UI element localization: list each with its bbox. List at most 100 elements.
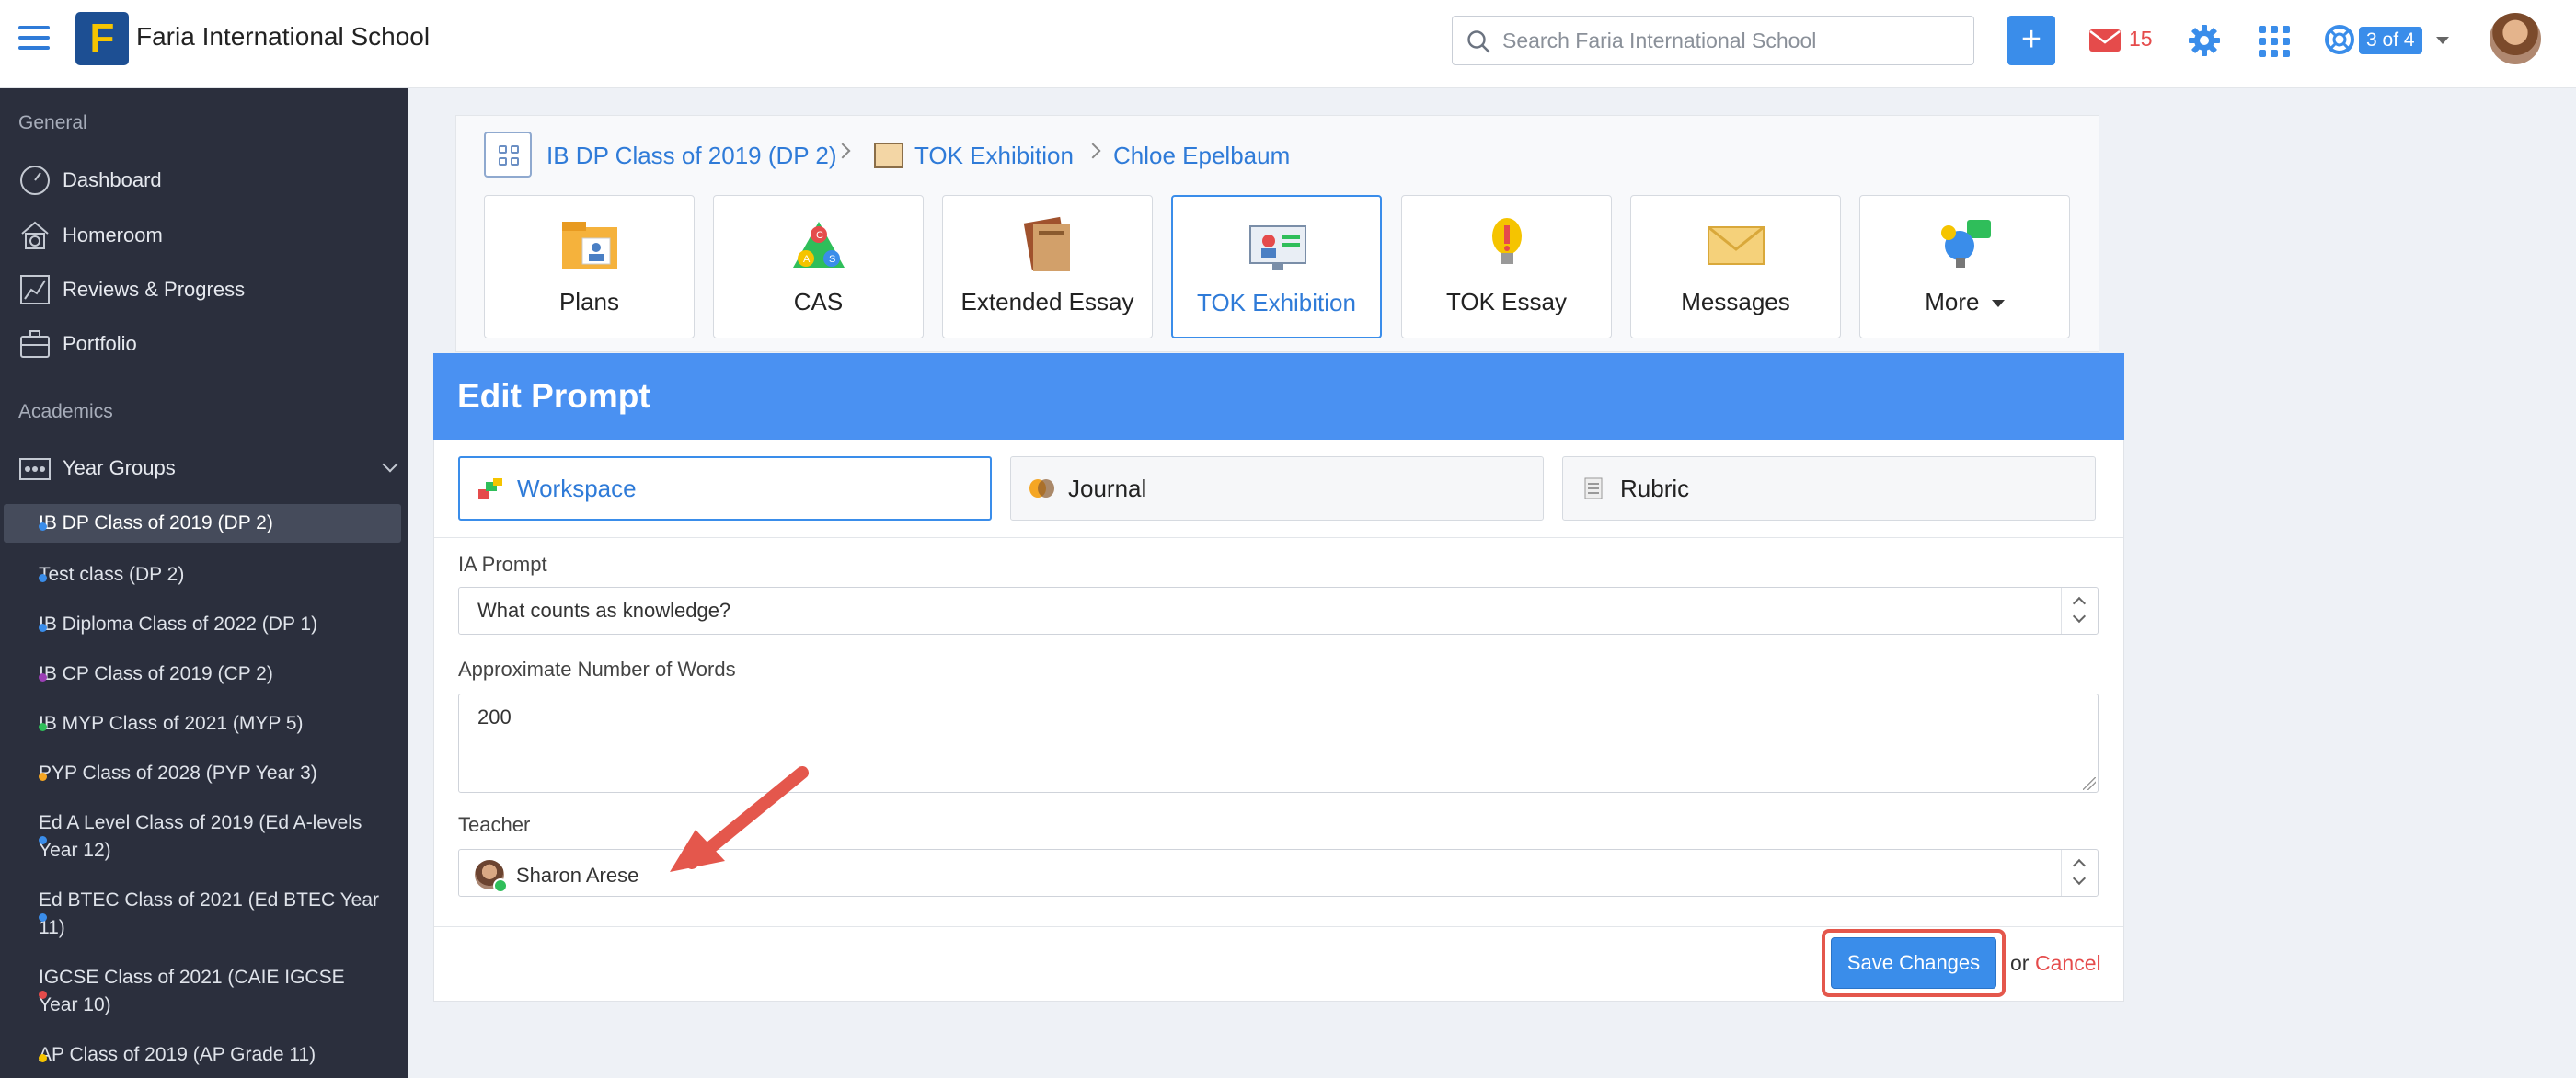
svg-text:C: C [816,230,823,241]
more-label: More [1925,288,1980,315]
app-tile-label: TOK Exhibition [1197,289,1356,316]
sidebar-class-item[interactable]: Ed BTEC Class of 2021 (Ed BTEC Year 11) [4,881,401,947]
class-color-dot [39,624,47,632]
or-text: or [2010,951,2030,975]
search-box[interactable] [1452,16,1974,65]
sidebar-item-dashboard[interactable]: Dashboard [18,162,396,199]
school-logo[interactable]: F [75,12,129,65]
envelope-icon [1708,225,1765,265]
app-tile-label: Plans [558,288,620,315]
sidebar-class-item[interactable]: Ed A Level Class of 2019 (Ed A-levels Ye… [4,804,401,870]
cancel-link[interactable]: Cancel [2035,951,2101,976]
edit-prompt-header [433,353,2124,440]
help-dropdown-caret-icon[interactable] [2436,37,2449,44]
save-changes-button[interactable]: Save Changes [1831,937,1996,989]
select-arrows-icon[interactable] [2061,850,2098,896]
sidebar-heading-general: General [18,112,87,133]
sidebar-item-year-groups[interactable]: Year Groups [18,450,398,487]
prompt-select[interactable]: What counts as knowledge? [458,587,2099,635]
dashboard-icon [20,166,50,195]
tab-label: Rubric [1620,474,1690,502]
sidebar: General Dashboard Homeroom Reviews & Pro… [0,88,408,1078]
sidebar-item-label: Portfolio [63,332,137,355]
workspace-icon [478,478,502,499]
app-tile-extended-essay[interactable]: Extended Essay [942,195,1153,338]
class-color-dot [39,673,47,682]
sidebar-class-item[interactable]: PYP Class of 2028 (PYP Year 3) [4,754,401,793]
add-button[interactable]: + [2007,16,2055,65]
user-avatar[interactable] [2490,13,2541,64]
app-tile-tok-essay[interactable]: TOK Essay [1401,195,1612,338]
sidebar-heading-academics: Academics [18,401,113,422]
sidebar-item-label: Year Groups [63,456,176,479]
briefcase-icon [20,330,50,358]
class-label: IGCSE Class of 2021 (CAIE IGCSE Year 10) [39,967,345,1015]
breadcrumb-student-link[interactable]: Chloe Epelbaum [1113,142,1290,170]
top-bar: F Faria International School + 15 [0,0,2576,88]
tab-journal[interactable]: Journal [1010,456,1544,521]
app-tile-label: Messages [1681,288,1790,315]
search-input[interactable] [1502,26,1962,55]
help-progress-badge[interactable]: 3 of 4 [2359,27,2422,54]
breadcrumb-class-link[interactable]: IB DP Class of 2019 (DP 2) [546,142,837,170]
sidebar-class-item[interactable]: IB DP Class of 2019 (DP 2) [4,504,401,543]
class-color-dot [39,991,47,999]
class-label: IB Diploma Class of 2022 (DP 1) [39,614,318,635]
divider [434,926,2123,927]
class-label: IB MYP Class of 2021 (MYP 5) [39,713,304,734]
lifebuoy-icon[interactable] [2324,24,2355,55]
app-tile-plans[interactable]: Plans [484,195,695,338]
app-tile-cas[interactable]: CAS CAS [713,195,924,338]
words-label: Approximate Number of Words [458,658,736,681]
online-status-icon [493,878,508,893]
apps-grid-icon[interactable] [2258,25,2291,58]
mail-count[interactable]: 15 [2129,27,2153,52]
app-tile-label: CAS [793,288,844,315]
sidebar-class-item[interactable]: IB Diploma Class of 2022 (DP 1) [4,605,401,644]
mail-icon[interactable] [2088,28,2122,53]
sidebar-item-portfolio[interactable]: Portfolio [18,326,396,362]
chart-icon [20,275,50,304]
year-groups-icon [19,458,51,480]
svg-text:S: S [829,254,835,265]
breadcrumb-section-link[interactable]: TOK Exhibition [914,142,1074,170]
class-label: Ed BTEC Class of 2021 (Ed BTEC Year 11) [39,889,380,938]
sidebar-class-item[interactable]: Test class (DP 2) [4,556,401,594]
books-icon [1023,216,1070,271]
app-tile-messages[interactable]: Messages [1630,195,1841,338]
class-color-dot [39,522,47,531]
breadcrumb-grid-icon[interactable] [484,132,532,178]
sidebar-item-label: Dashboard [63,168,162,191]
sidebar-item-label: Homeroom [63,224,163,247]
chevron-down-icon[interactable] [382,456,398,473]
teacher-label: Teacher [458,813,531,836]
app-tile-tok-exhibition[interactable]: TOK Exhibition [1171,195,1382,338]
tab-label: Journal [1068,474,1147,502]
class-label: Test class (DP 2) [39,564,185,585]
class-color-dot [39,913,47,922]
select-arrows-icon[interactable] [2061,588,2098,634]
sidebar-class-item[interactable]: IB CP Class of 2019 (CP 2) [4,655,401,694]
teacher-name: Sharon Arese [516,864,639,887]
app-tile-more[interactable]: More [1859,195,2070,338]
resize-grip-icon[interactable] [2083,777,2096,790]
sidebar-class-item[interactable]: IB MYP Class of 2021 (MYP 5) [4,705,401,743]
sidebar-item-label: Reviews & Progress [63,278,246,301]
app-tile-label: Extended Essay [960,288,1134,315]
gear-icon[interactable] [2187,23,2222,58]
tok-exhibition-small-icon [874,143,903,168]
menu-icon[interactable] [18,26,50,53]
class-label: IB CP Class of 2019 (CP 2) [39,663,273,684]
sidebar-class-item[interactable]: AP Class of 2019 (AP Grade 11) [4,1036,401,1074]
tab-workspace[interactable]: Workspace [458,456,992,521]
school-name[interactable]: Faria International School [136,22,430,52]
annotation-arrow-icon [670,766,809,872]
tab-rubric[interactable]: Rubric [1562,456,2096,521]
lightbulb-icon [1492,218,1522,264]
sidebar-class-item[interactable]: IGCSE Class of 2021 (CAIE IGCSE Year 10) [4,958,401,1025]
sidebar-item-reviews-progress[interactable]: Reviews & Progress [18,271,396,308]
sidebar-item-homeroom[interactable]: Homeroom [18,217,396,254]
class-color-dot [39,723,47,731]
homeroom-icon [21,221,49,249]
cas-icon: C A S [793,222,845,268]
